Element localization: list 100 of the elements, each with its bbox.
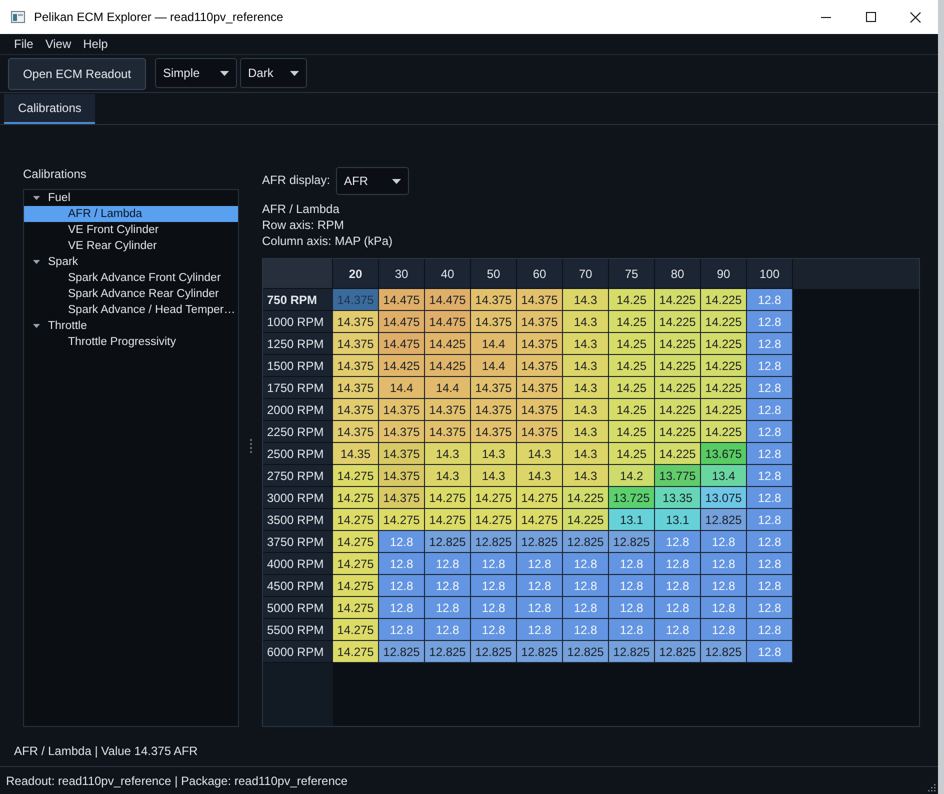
table-cell[interactable]: 14.225	[655, 311, 701, 333]
table-cell[interactable]: 14.475	[379, 311, 425, 333]
table-cell[interactable]: 14.3	[471, 465, 517, 487]
table-cell[interactable]: 14.3	[563, 289, 609, 311]
table-cell[interactable]: 14.275	[333, 597, 379, 619]
table-cell[interactable]: 14.225	[563, 509, 609, 531]
table-cell[interactable]: 12.825	[563, 641, 609, 663]
tree-item[interactable]: Spark Advance Front Cylinder	[24, 270, 238, 286]
table-cell[interactable]: 12.825	[701, 509, 747, 531]
table-cell[interactable]: 12.825	[425, 531, 471, 553]
table-cell[interactable]: 14.275	[425, 509, 471, 531]
table-cell[interactable]: 14.375	[517, 377, 563, 399]
table-cell[interactable]: 14.225	[701, 289, 747, 311]
tree-item[interactable]: Fuel	[24, 190, 238, 206]
tab[interactable]: Calibrations	[4, 94, 96, 124]
table-cell[interactable]: 14.375	[333, 377, 379, 399]
table-cell[interactable]: 14.3	[425, 443, 471, 465]
table-cell[interactable]: 14.225	[563, 487, 609, 509]
table-cell[interactable]: 14.25	[609, 333, 655, 355]
table-cell[interactable]: 14.225	[655, 355, 701, 377]
tree-item[interactable]: VE Front Cylinder	[24, 222, 238, 238]
table-cell[interactable]: 14.375	[379, 399, 425, 421]
table-cell[interactable]: 14.275	[471, 487, 517, 509]
table-cell[interactable]: 14.375	[379, 443, 425, 465]
table-cell[interactable]: 14.275	[379, 509, 425, 531]
table-cell[interactable]: 14.25	[609, 443, 655, 465]
table-cell[interactable]: 12.825	[609, 641, 655, 663]
tree-item[interactable]: Spark Advance / Head Temper…	[24, 302, 238, 318]
table-cell[interactable]: 14.375	[471, 311, 517, 333]
table-cell[interactable]: 13.1	[609, 509, 655, 531]
mode-dropdown[interactable]: Simple	[155, 58, 237, 88]
table-cell[interactable]: 14.375	[379, 465, 425, 487]
table-cell[interactable]: 14.25	[609, 289, 655, 311]
table-cell[interactable]: 14.2	[609, 465, 655, 487]
table-cell[interactable]: 14.375	[517, 311, 563, 333]
table-cell[interactable]: 14.425	[379, 355, 425, 377]
table-cell[interactable]: 12.825	[425, 641, 471, 663]
table-cell[interactable]: 12.825	[701, 641, 747, 663]
table-cell[interactable]: 14.475	[425, 289, 471, 311]
table-cell[interactable]: 14.225	[701, 377, 747, 399]
table-cell[interactable]: 14.275	[333, 487, 379, 509]
table-cell[interactable]: 14.275	[425, 487, 471, 509]
splitter-handle[interactable]	[250, 439, 252, 454]
table-cell[interactable]: 14.275	[333, 465, 379, 487]
table-cell[interactable]: 14.375	[333, 311, 379, 333]
table-cell[interactable]: 14.3	[563, 443, 609, 465]
table-cell[interactable]: 14.275	[333, 509, 379, 531]
table-cell[interactable]: 12.825	[655, 641, 701, 663]
table-cell[interactable]: 14.475	[379, 289, 425, 311]
table-cell[interactable]: 14.3	[563, 355, 609, 377]
table-cell[interactable]: 14.25	[609, 399, 655, 421]
table-cell[interactable]: 14.275	[517, 509, 563, 531]
table-cell[interactable]: 14.3	[563, 465, 609, 487]
table-cell[interactable]: 14.375	[471, 399, 517, 421]
table-cell[interactable]: 14.225	[655, 443, 701, 465]
table-cell[interactable]: 14.4	[379, 377, 425, 399]
table-cell[interactable]: 14.225	[655, 399, 701, 421]
table-cell[interactable]: 14.25	[609, 355, 655, 377]
afr-display-dropdown[interactable]: AFR	[336, 167, 410, 195]
open-readout-button[interactable]: Open ECM Readout	[8, 58, 146, 90]
table-cell[interactable]: 13.675	[701, 443, 747, 465]
table-cell[interactable]: 14.3	[563, 421, 609, 443]
tree-item[interactable]: VE Rear Cylinder	[24, 238, 238, 254]
table-cell[interactable]: 14.275	[333, 531, 379, 553]
table-cell[interactable]: 14.3	[425, 465, 471, 487]
table-cell[interactable]: 14.3	[563, 377, 609, 399]
tree-item[interactable]: Spark	[24, 254, 238, 270]
table-cell[interactable]: 13.4	[701, 465, 747, 487]
table-cell[interactable]: 13.725	[609, 487, 655, 509]
table-cell[interactable]: 14.25	[609, 421, 655, 443]
table-cell[interactable]: 14.4	[425, 377, 471, 399]
table-cell[interactable]: 14.375	[333, 399, 379, 421]
table-cell[interactable]: 13.1	[655, 509, 701, 531]
table-cell[interactable]: 14.375	[333, 333, 379, 355]
table-cell[interactable]: 14.375	[517, 399, 563, 421]
table-cell[interactable]: 14.225	[655, 421, 701, 443]
table-cell[interactable]: 14.35	[333, 443, 379, 465]
table-cell[interactable]: 14.475	[379, 333, 425, 355]
table-cell[interactable]: 14.225	[701, 355, 747, 377]
table-cell[interactable]: 14.375	[425, 399, 471, 421]
table-cell[interactable]: 13.775	[655, 465, 701, 487]
table-cell[interactable]: 14.4	[471, 333, 517, 355]
menu-item[interactable]: View	[39, 35, 78, 53]
menu-item[interactable]: File	[8, 35, 40, 53]
table-cell[interactable]: 14.25	[609, 311, 655, 333]
table-cell[interactable]: 14.225	[655, 289, 701, 311]
table-cell[interactable]: 12.825	[379, 641, 425, 663]
table-cell[interactable]: 14.375	[517, 333, 563, 355]
table-cell[interactable]: 12.825	[471, 531, 517, 553]
table-cell[interactable]: 14.225	[701, 311, 747, 333]
table-cell[interactable]: 14.375	[379, 421, 425, 443]
table-cell[interactable]: 14.275	[333, 641, 379, 663]
table-cell[interactable]: 14.375	[517, 355, 563, 377]
table-cell[interactable]: 14.225	[701, 333, 747, 355]
table-cell[interactable]: 14.25	[609, 377, 655, 399]
table-cell[interactable]: 14.375	[517, 421, 563, 443]
table-cell[interactable]: 13.35	[655, 487, 701, 509]
tree-item[interactable]: Throttle Progressivity	[24, 334, 238, 350]
table-cell[interactable]: 14.375	[471, 377, 517, 399]
table-cell[interactable]: 14.375	[425, 421, 471, 443]
